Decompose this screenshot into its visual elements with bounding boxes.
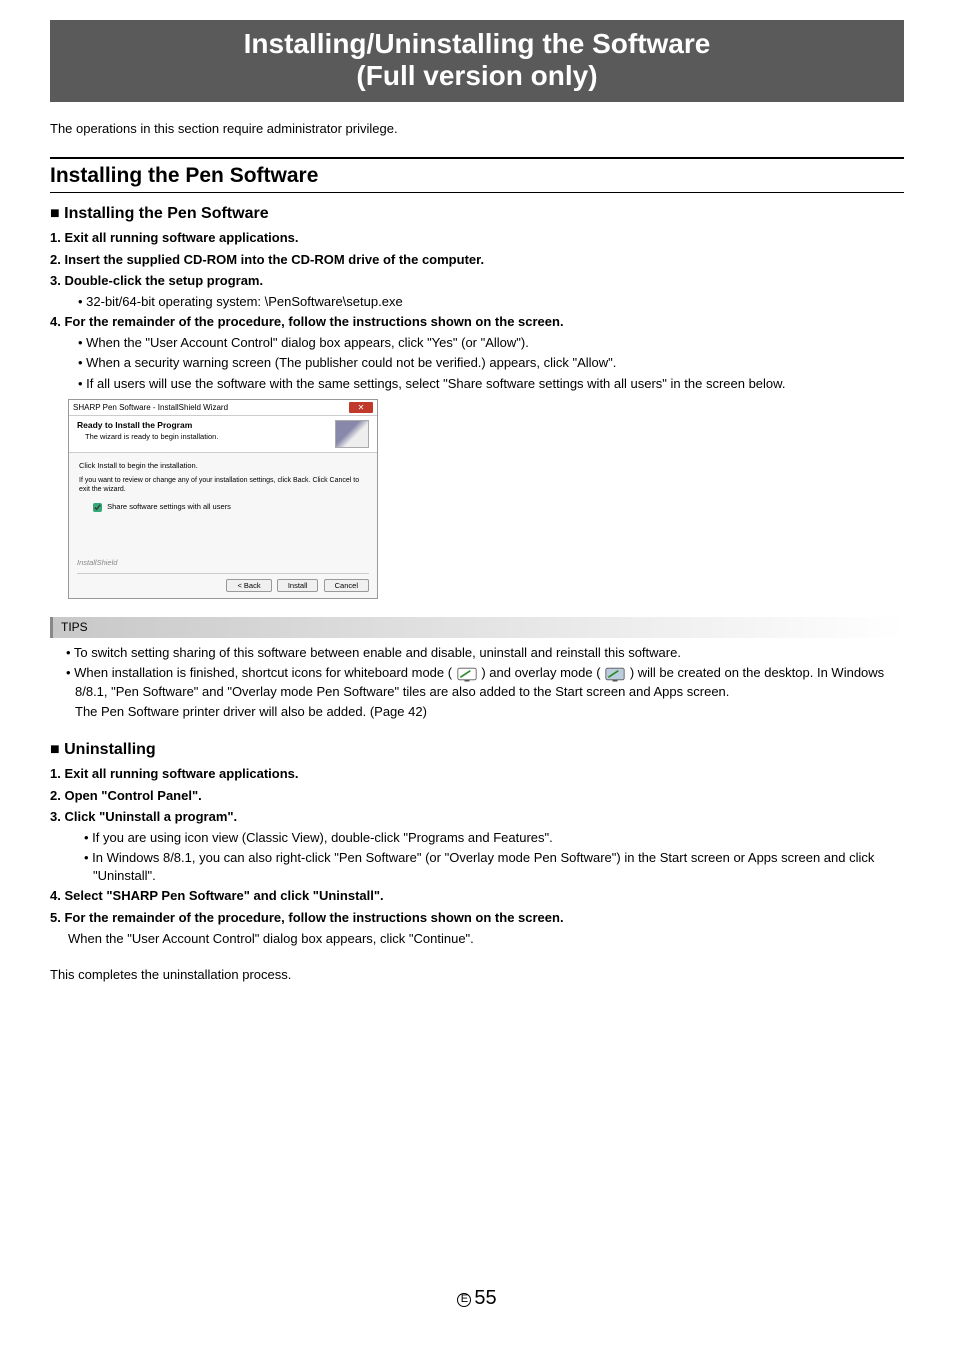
page-footer: E55 <box>50 1284 904 1312</box>
dialog-share-checkbox[interactable]: Share software settings with all users <box>93 502 231 511</box>
install-step-4-bullet1: • When the "User Account Control" dialog… <box>78 334 904 352</box>
dialog-titlebar: SHARP Pen Software - InstallShield Wizar… <box>69 400 377 416</box>
uninstall-closing: This completes the uninstallation proces… <box>50 966 904 984</box>
install-step-4-bullet2: • When a security warning screen (The pu… <box>78 354 904 372</box>
cancel-button[interactable]: Cancel <box>324 579 369 592</box>
page-number: 55 <box>474 1287 496 1309</box>
share-settings-checkbox[interactable] <box>93 503 102 512</box>
section-heading-install: Installing the Pen Software <box>50 157 904 193</box>
page-title-bar: Installing/Uninstalling the Software (Fu… <box>50 20 904 102</box>
dialog-header-image <box>335 420 369 448</box>
tip-1: • To switch setting sharing of this soft… <box>66 644 904 662</box>
title-line1: Installing/Uninstalling the Software <box>244 28 711 59</box>
tips-label: TIPS <box>50 617 904 638</box>
uninstall-step-5: 5. For the remainder of the procedure, f… <box>50 909 904 927</box>
uninstall-step-3: 3. Click "Uninstall a program". <box>50 808 904 826</box>
installshield-brand: InstallShield <box>77 558 117 569</box>
installshield-dialog: SHARP Pen Software - InstallShield Wizar… <box>68 399 378 599</box>
close-icon[interactable]: ✕ <box>349 402 373 413</box>
install-step-1: 1. Exit all running software application… <box>50 229 904 247</box>
dialog-header-title: Ready to Install the Program <box>77 420 335 432</box>
tip-2: • When installation is finished, shortcu… <box>66 664 904 701</box>
tips-list: • To switch setting sharing of this soft… <box>50 644 904 721</box>
dialog-buttons: < Back Install Cancel <box>69 574 377 598</box>
install-step-3-bullet: • 32-bit/64-bit operating system: \PenSo… <box>78 293 904 311</box>
dialog-body-line: Click Install to begin the installation. <box>79 461 367 472</box>
uninstall-step-4: 4. Select "SHARP Pen Software" and click… <box>50 887 904 905</box>
uninstall-step-1: 1. Exit all running software application… <box>50 765 904 783</box>
whiteboard-mode-icon <box>457 665 477 683</box>
install-step-3: 3. Double-click the setup program. <box>50 272 904 290</box>
dialog-header: Ready to Install the Program The wizard … <box>69 416 377 453</box>
page-letter: E <box>457 1293 471 1307</box>
install-button[interactable]: Install <box>277 579 319 592</box>
install-step-4: 4. For the remainder of the procedure, f… <box>50 313 904 331</box>
page-title: Installing/Uninstalling the Software (Fu… <box>50 28 904 92</box>
install-step-2: 2. Insert the supplied CD-ROM into the C… <box>50 251 904 269</box>
uninstall-step-3-bullet2: • In Windows 8/8.1, you can also right-c… <box>84 849 904 885</box>
uninstall-step-2: 2. Open "Control Panel". <box>50 787 904 805</box>
dialog-body-sub: If you want to review or change any of y… <box>79 476 367 496</box>
dialog-body: Click Install to begin the installation.… <box>69 453 377 573</box>
uninstall-step-5-note: When the "User Account Control" dialog b… <box>68 930 904 948</box>
intro-text: The operations in this section require a… <box>50 120 904 138</box>
dialog-window-title: SHARP Pen Software - InstallShield Wizar… <box>73 402 228 413</box>
dialog-header-sub: The wizard is ready to begin installatio… <box>85 432 335 443</box>
title-line2: (Full version only) <box>356 60 597 91</box>
subheading-uninstall: ■ Uninstalling <box>50 739 904 761</box>
back-button[interactable]: < Back <box>226 579 271 592</box>
uninstall-step-3-bullet1: • If you are using icon view (Classic Vi… <box>84 829 904 847</box>
subheading-install: ■ Installing the Pen Software <box>50 203 904 225</box>
overlay-mode-icon <box>605 665 625 683</box>
install-step-4-bullet3: • If all users will use the software wit… <box>78 375 904 393</box>
tip-2-cont: The Pen Software printer driver will als… <box>66 703 904 721</box>
